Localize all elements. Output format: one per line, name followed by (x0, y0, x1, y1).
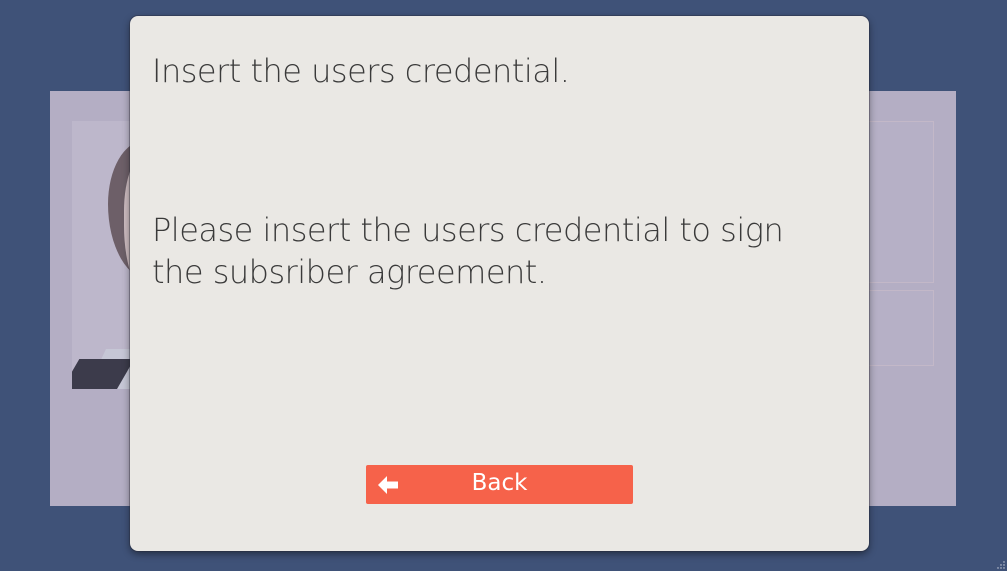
credential-dialog: Insert the users credential. Please inse… (130, 16, 869, 551)
back-button[interactable]: Back (366, 465, 633, 504)
resize-grip-icon[interactable] (997, 561, 1005, 569)
back-button-label: Back (471, 470, 528, 496)
dialog-title: Insert the users credential. (152, 52, 570, 90)
dialog-message: Please insert the users credential to si… (152, 211, 784, 291)
